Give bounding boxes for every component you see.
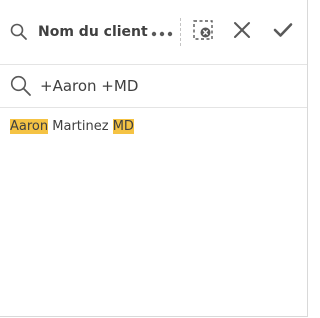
close-icon <box>233 21 251 43</box>
cancel-selection-button[interactable] <box>227 17 257 47</box>
toolbar-divider <box>180 18 182 46</box>
checkmark-icon <box>273 22 293 42</box>
more-horizontal-icon <box>151 23 173 42</box>
listbox-header: Nom du client <box>0 0 307 65</box>
confirm-selection-button[interactable] <box>268 17 298 47</box>
search-icon[interactable] <box>9 22 29 42</box>
search-match-highlight: MD <box>112 118 134 134</box>
search-match-highlight: Aaron <box>10 118 49 134</box>
search-icon <box>9 74 33 98</box>
list-item[interactable]: Aaron Martinez MD <box>0 108 307 144</box>
value-list: Aaron Martinez MD <box>0 108 307 144</box>
list-item-text: Martinez <box>48 118 113 134</box>
clear-selections-button[interactable] <box>188 17 218 47</box>
search-bar <box>0 65 307 108</box>
listbox-panel: Nom du client +Aaron +MD Aaron Martinez … <box>0 0 308 317</box>
field-title: Nom du client <box>38 24 148 40</box>
search-input[interactable] <box>40 73 290 99</box>
clear-selection-icon <box>192 19 214 45</box>
more-options-button[interactable] <box>147 17 177 47</box>
